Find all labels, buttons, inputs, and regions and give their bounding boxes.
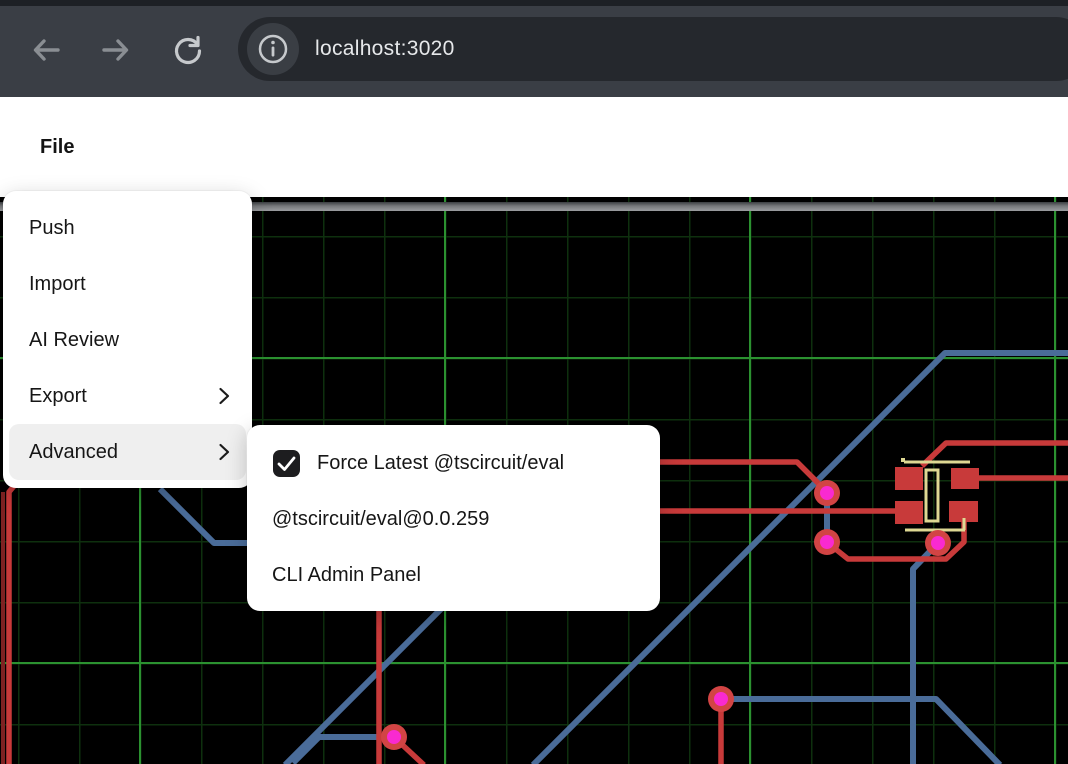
browser-toolbar: localhost:3020: [0, 0, 1068, 97]
submenu-item-label: CLI Admin Panel: [272, 564, 421, 587]
menu-item-label: AI Review: [29, 329, 119, 352]
force-latest-checkbox[interactable]: [273, 450, 300, 477]
back-button[interactable]: [26, 30, 66, 70]
advanced-submenu: Force Latest @tscircuit/eval @tscircuit/…: [247, 425, 660, 611]
forward-button[interactable]: [96, 30, 136, 70]
menu-item-label: Advanced: [29, 441, 118, 464]
forward-arrow-icon: [99, 33, 133, 67]
url-text[interactable]: localhost:3020: [315, 17, 455, 81]
submenu-item-label: @tscircuit/eval@0.0.259: [272, 508, 489, 531]
menu-item-ai-review[interactable]: AI Review: [3, 312, 252, 368]
submenu-item-force-latest-eval[interactable]: Force Latest @tscircuit/eval: [247, 435, 660, 491]
submenu-item-cli-admin-panel[interactable]: CLI Admin Panel: [247, 547, 660, 603]
chevron-right-icon: [216, 386, 232, 406]
submenu-item-eval-version[interactable]: @tscircuit/eval@0.0.259: [247, 491, 660, 547]
menu-item-label: Import: [29, 273, 86, 296]
app-menubar: File: [0, 97, 1068, 197]
checkmark-icon: [273, 450, 300, 477]
reload-button[interactable]: [168, 30, 208, 70]
reload-icon: [169, 31, 207, 69]
info-icon: [256, 32, 290, 66]
file-menu-button[interactable]: File: [40, 97, 74, 197]
file-dropdown-menu: Push Import AI Review Export Advanced: [3, 191, 252, 488]
app-window: localhost:3020 File: [0, 0, 1068, 764]
menu-item-label: Push: [29, 217, 75, 240]
menu-item-label: Export: [29, 385, 87, 408]
site-info-button[interactable]: [247, 23, 299, 75]
menu-item-advanced[interactable]: Advanced: [9, 424, 246, 480]
submenu-item-label: Force Latest @tscircuit/eval: [317, 452, 564, 475]
url-bar[interactable]: localhost:3020: [238, 17, 1068, 81]
chevron-right-icon: [216, 442, 232, 462]
window-top-edge: [0, 0, 1068, 6]
back-arrow-icon: [29, 33, 63, 67]
menu-item-import[interactable]: Import: [3, 256, 252, 312]
menu-item-push[interactable]: Push: [3, 200, 252, 256]
menu-item-export[interactable]: Export: [3, 368, 252, 424]
